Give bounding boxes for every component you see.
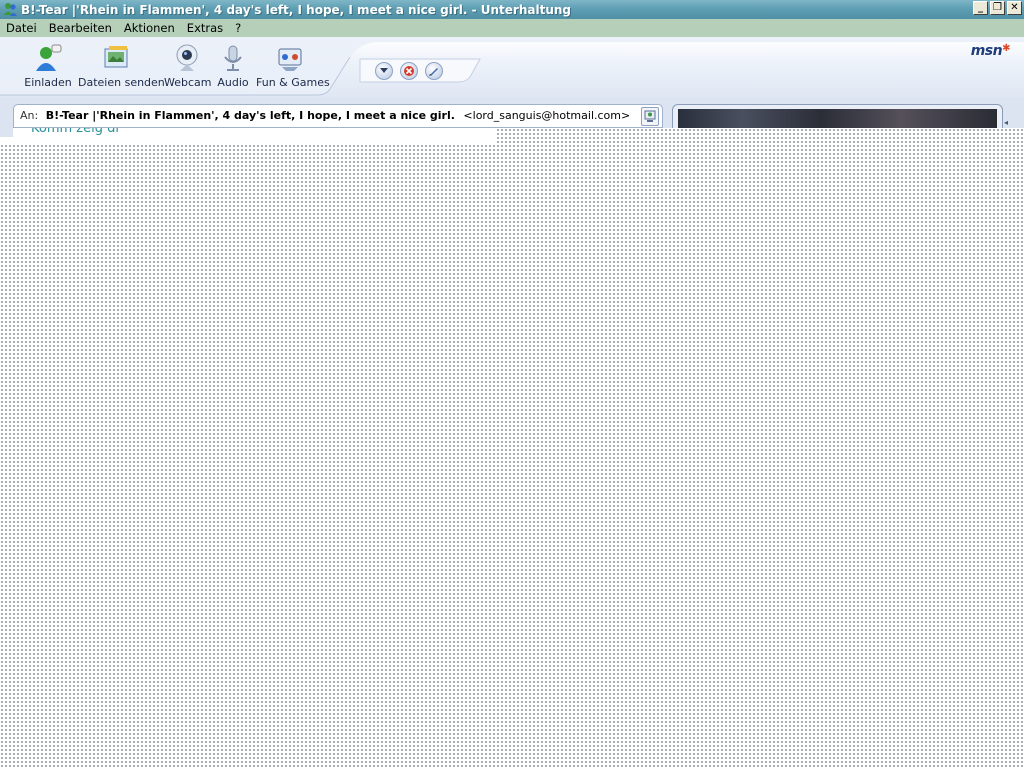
contact-email: <lord_sanguis@hotmail.com> [463, 109, 631, 122]
send-files-icon [104, 46, 128, 68]
restore-icon: ❐ [993, 2, 1002, 13]
block-icon [404, 66, 414, 76]
webcam-icon [176, 44, 198, 71]
edit-icon [429, 68, 438, 76]
recipient-panel: An: B!-Tear |'Rhein in Flammen', 4 day's… [13, 104, 663, 128]
edit-button[interactable] [425, 62, 443, 80]
webcam-button[interactable]: Webcam [164, 43, 212, 89]
menu-aktionen[interactable]: Aktionen [118, 21, 181, 35]
contact-card-icon [644, 110, 656, 122]
title-bar[interactable]: B!-Tear |'Rhein in Flammen', 4 day's lef… [0, 0, 1024, 19]
close-button[interactable]: ✕ [1007, 1, 1022, 15]
restore-button[interactable]: ❐ [990, 1, 1005, 15]
collapse-arrow-icon[interactable]: ◂ [1004, 118, 1012, 128]
fun-games-label: Fun & Games [256, 76, 330, 89]
chat-message-text: Komm zeig dr [31, 128, 121, 136]
minimize-button[interactable]: _ [973, 1, 988, 15]
webcam-label: Webcam [164, 76, 212, 89]
menu-datei[interactable]: Datei [0, 21, 43, 35]
contact-name: B!-Tear |'Rhein in Flammen', 4 day's lef… [45, 109, 455, 122]
audio-label: Audio [217, 76, 249, 89]
messenger-app-icon[interactable] [2, 2, 18, 18]
msn-logo: msn✱ [970, 43, 1011, 59]
audio-button[interactable]: Audio [216, 43, 250, 89]
to-label: An: [20, 109, 39, 122]
send-files-label: Dateien senden [78, 76, 165, 89]
window-title: B!-Tear |'Rhein in Flammen', 4 day's lef… [21, 2, 571, 17]
chat-history[interactable]: Komm zeig dr [13, 128, 497, 144]
close-icon: ✕ [1010, 2, 1019, 13]
minimize-icon: _ [978, 2, 983, 13]
menu-bearbeiten[interactable]: Bearbeiten [43, 21, 118, 35]
menu-extras[interactable]: Extras [181, 21, 229, 35]
toolbar: Einladen Dateien senden Webcam Audio Fun… [0, 37, 1024, 97]
more-dropdown-button[interactable] [375, 62, 393, 80]
fun-games-button[interactable]: Fun & Games [256, 43, 330, 89]
invite-buddy-icon [36, 44, 62, 71]
invite-label: Einladen [24, 76, 72, 89]
invite-button[interactable]: Einladen [22, 43, 74, 89]
microphone-icon [224, 45, 242, 71]
more-dropdown-icon [380, 68, 388, 73]
block-button[interactable] [400, 62, 418, 80]
send-files-button[interactable]: Dateien senden [78, 43, 165, 89]
menu-help[interactable]: ? [229, 21, 247, 35]
fun-games-icon [278, 48, 302, 71]
menu-bar: Datei Bearbeiten Aktionen Extras ? [0, 19, 1024, 37]
contact-card-button[interactable] [641, 107, 659, 126]
